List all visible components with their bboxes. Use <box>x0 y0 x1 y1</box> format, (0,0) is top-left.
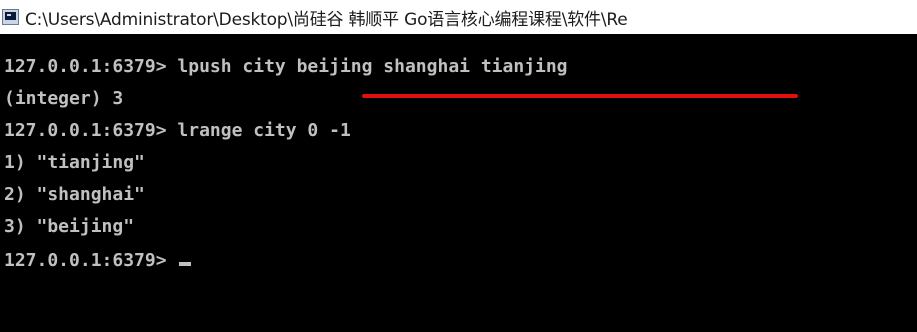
console-line-result-2: 2) "shanghai" <box>4 184 145 205</box>
console-output[interactable]: 127.0.0.1:6379> lpush city beijing shang… <box>0 34 917 332</box>
red-underline-annotation <box>362 94 798 98</box>
text-cursor <box>179 262 192 266</box>
console-window-icon[interactable] <box>2 9 19 25</box>
console-line-command-lrange: 127.0.0.1:6379> lrange city 0 -1 <box>4 120 351 141</box>
window-title: C:\Users\Administrator\Desktop\尚硅谷 韩顺平 G… <box>25 9 628 30</box>
console-line-result-3: 3) "beijing" <box>4 216 135 237</box>
console-line-result-1: 1) "tianjing" <box>4 152 145 173</box>
console-window: C:\Users\Administrator\Desktop\尚硅谷 韩顺平 G… <box>0 0 917 332</box>
console-line-command-lpush: 127.0.0.1:6379> lpush city beijing shang… <box>4 56 568 77</box>
console-line-prompt[interactable]: 127.0.0.1:6379> <box>4 248 192 274</box>
title-bar[interactable]: C:\Users\Administrator\Desktop\尚硅谷 韩顺平 G… <box>0 0 917 34</box>
console-line-integer-result: (integer) 3 <box>4 88 124 109</box>
prompt-text: 127.0.0.1:6379> <box>4 250 178 271</box>
